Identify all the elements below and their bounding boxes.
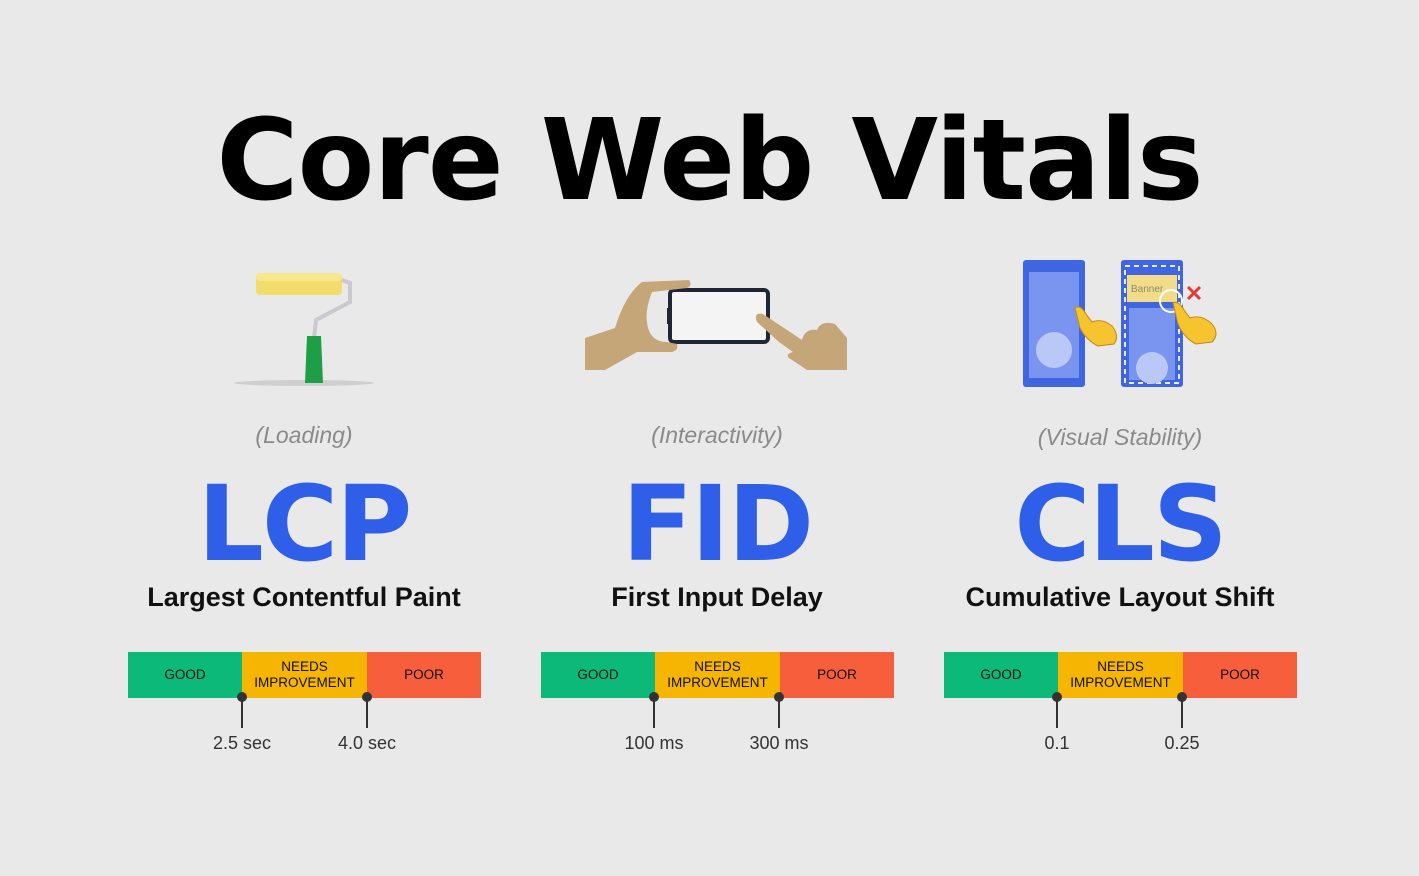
threshold-label: 100 ms [624, 733, 684, 753]
metric-card-cls: Banner (Visual Stability) CLS Cumulative… [920, 250, 1320, 810]
paint-roller-icon [234, 273, 374, 386]
metric-card-fid: (Interactivity) FID First Input Delay GO… [517, 250, 917, 810]
band-poor: POOR [1183, 652, 1297, 698]
metric-category: (Loading) [255, 422, 353, 448]
band-label-line2: IMPROVEMENT [1070, 675, 1171, 690]
band-good: GOOD [541, 652, 655, 698]
metric-acronym: CLS [1014, 463, 1228, 585]
band-poor: POOR [367, 652, 481, 698]
metric-full-name: Largest Contentful Paint [147, 582, 461, 612]
metric-acronym: FID [621, 463, 814, 585]
threshold-marker [649, 692, 659, 728]
band-poor: POOR [780, 652, 894, 698]
metric-full-name: First Input Delay [611, 582, 823, 612]
layout-shift-phones-icon: Banner [1023, 260, 1217, 387]
band-label-line1: NEEDS [694, 658, 741, 674]
metric-acronym: LCP [197, 463, 413, 585]
banner-label: Banner [1131, 284, 1164, 295]
threshold-marker [774, 692, 784, 728]
metric-full-name: Cumulative Layout Shift [965, 582, 1275, 612]
threshold-bar: GOOD NEEDS IMPROVEMENT POOR [128, 652, 481, 698]
threshold-label: 0.1 [1044, 733, 1070, 753]
band-good: GOOD [944, 652, 1058, 698]
threshold-label: 0.25 [1164, 733, 1200, 753]
threshold-label: 4.0 sec [337, 733, 397, 753]
threshold-bar: GOOD NEEDS IMPROVEMENT POOR [944, 652, 1297, 698]
band-needs-improvement: NEEDS IMPROVEMENT [242, 652, 367, 698]
metric-category: (Interactivity) [651, 422, 783, 448]
threshold-marker [1177, 692, 1187, 728]
threshold-label: 2.5 sec [212, 733, 272, 753]
band-good: GOOD [128, 652, 242, 698]
band-label-line2: IMPROVEMENT [254, 675, 355, 690]
threshold-label: 300 ms [749, 733, 809, 753]
band-label-line1: NEEDS [1097, 658, 1144, 674]
threshold-marker [362, 692, 372, 728]
threshold-bar: GOOD NEEDS IMPROVEMENT POOR [541, 652, 894, 698]
threshold-marker [237, 692, 247, 728]
band-needs-improvement: NEEDS IMPROVEMENT [655, 652, 780, 698]
threshold-marker [1052, 692, 1062, 728]
band-label-line1: NEEDS [281, 658, 328, 674]
band-label-line2: IMPROVEMENT [667, 675, 768, 690]
metric-category: (Visual Stability) [1037, 424, 1203, 450]
hand-tapping-phone-icon [585, 280, 847, 370]
metric-card-lcp: (Loading) LCP Largest Contentful Paint G… [104, 250, 504, 810]
page-title: Core Web Vitals [216, 96, 1203, 226]
band-needs-improvement: NEEDS IMPROVEMENT [1058, 652, 1183, 698]
